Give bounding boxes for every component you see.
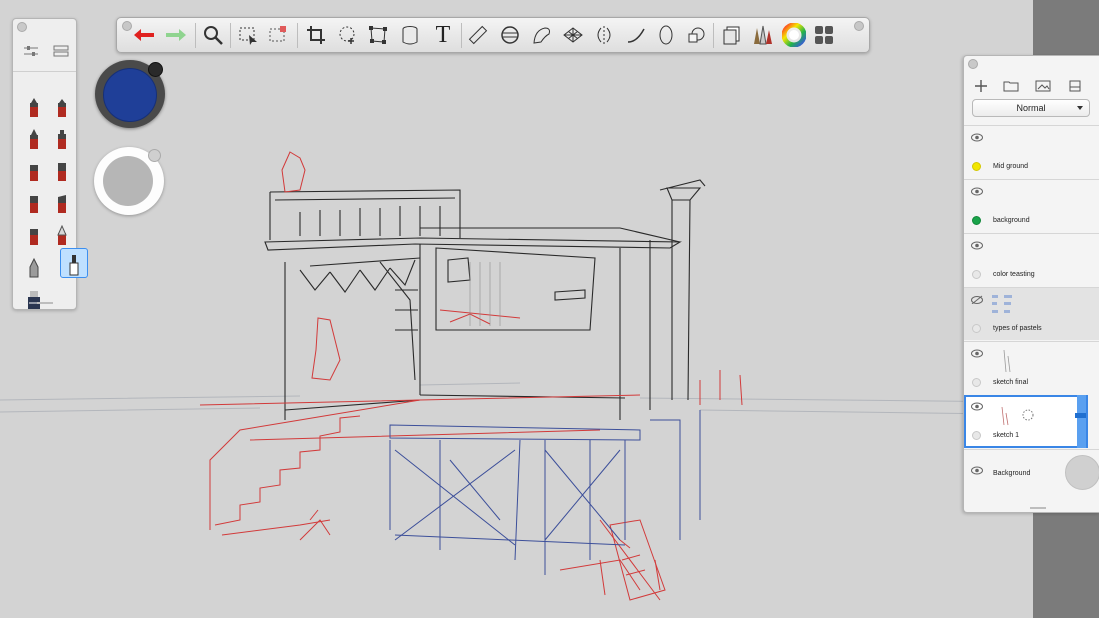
brush-library-icon[interactable] — [749, 22, 775, 48]
brush-chisel-marker-icon[interactable] — [23, 253, 45, 279]
french-curve-icon[interactable] — [529, 22, 555, 48]
ellipse-guide-icon[interactable] — [497, 22, 523, 48]
brush-fill-brush-icon[interactable] — [60, 248, 88, 278]
paint-bucket-icon[interactable] — [397, 22, 423, 48]
layer-name: Background — [993, 470, 1031, 477]
layer-row[interactable]: types of pastels — [964, 287, 1099, 340]
color-wheel-icon[interactable] — [781, 22, 807, 48]
text-icon[interactable]: T — [430, 22, 456, 48]
brush-eraser-icon[interactable] — [23, 221, 45, 247]
layer-name: color teasting — [993, 271, 1035, 278]
eye-icon[interactable] — [971, 133, 983, 142]
brush-smudge-icon[interactable] — [51, 221, 73, 247]
brush-marker-icon[interactable] — [51, 125, 73, 151]
brush-ballpoint-icon[interactable] — [23, 125, 45, 151]
secondary-color-puck[interactable] — [94, 147, 164, 215]
brush-pastel-icon[interactable] — [51, 189, 73, 215]
layer-name: sketch final — [993, 379, 1029, 386]
brush-palette-close-dot[interactable] — [17, 22, 27, 32]
layer-thumbnail — [1001, 406, 1034, 426]
brush-hard-pencil-icon[interactable] — [51, 93, 73, 119]
color-puck-knob[interactable] — [148, 62, 163, 77]
magnifier-icon[interactable] — [200, 22, 226, 48]
background-color-swatch[interactable] — [1065, 455, 1099, 490]
layer-name: types of pastels — [993, 325, 1042, 332]
distort-icon[interactable] — [365, 22, 391, 48]
add-layer-icon[interactable] — [972, 78, 990, 94]
brush-stamp-icon[interactable] — [23, 285, 45, 311]
toolbar-menu-dot[interactable] — [854, 21, 864, 31]
layer-options-handle[interactable] — [1077, 395, 1086, 448]
chevron-down-icon — [1077, 106, 1083, 110]
blend-mode-label: Normal — [1016, 103, 1046, 113]
selection-icon[interactable] — [235, 22, 261, 48]
copic-icon[interactable] — [683, 22, 709, 48]
layer-row[interactable]: color teasting — [964, 233, 1099, 286]
layer-row[interactable]: Background — [964, 449, 1099, 497]
brush-settings-icon[interactable] — [23, 45, 39, 57]
eye-icon[interactable] — [971, 466, 983, 475]
color-puck-knob-secondary[interactable] — [148, 149, 161, 162]
layers-panel: Normal Mid ground background color teast… — [963, 55, 1099, 513]
layer-thumbnail — [992, 295, 1012, 313]
brush-felt-tip-icon[interactable] — [23, 157, 45, 183]
layer-name: Mid ground — [993, 163, 1029, 170]
layout-icon[interactable] — [811, 22, 837, 48]
brush-palette — [12, 18, 88, 311]
layer-color-swatch[interactable] — [972, 378, 981, 387]
add-image-icon[interactable] — [1034, 78, 1052, 94]
layer-color-swatch[interactable] — [972, 324, 981, 333]
lasso-fill-icon[interactable] — [335, 22, 361, 48]
crop-icon[interactable] — [303, 22, 329, 48]
layer-name: sketch 1 — [993, 432, 1020, 439]
layer-color-swatch[interactable] — [972, 216, 981, 225]
brush-airbrush-icon[interactable] — [23, 189, 45, 215]
undo-icon[interactable] — [131, 22, 157, 48]
transform-icon[interactable] — [265, 22, 291, 48]
shape-icon[interactable] — [653, 22, 679, 48]
layer-row[interactable]: sketch final — [964, 341, 1099, 394]
layer-color-swatch[interactable] — [972, 431, 981, 440]
eye-icon[interactable] — [971, 187, 983, 196]
eye-icon[interactable] — [971, 402, 983, 411]
eye-icon[interactable] — [971, 241, 983, 250]
layer-color-swatch[interactable] — [972, 162, 981, 171]
redo-icon[interactable] — [163, 22, 189, 48]
layer-opacity-knob[interactable] — [1075, 413, 1086, 418]
layer-row-selected[interactable]: sketch 1 — [964, 395, 1088, 448]
perspective-grid-icon[interactable] — [560, 22, 586, 48]
layer-delete-icon[interactable] — [1066, 78, 1084, 94]
layers-close-dot[interactable] — [968, 59, 978, 69]
stroke-icon[interactable] — [623, 22, 649, 48]
blend-mode-select[interactable]: Normal — [972, 99, 1090, 117]
layer-thumbnail — [1003, 349, 1011, 373]
symmetry-icon[interactable] — [591, 22, 617, 48]
layer-editor-icon[interactable] — [719, 22, 745, 48]
primary-color-puck[interactable] — [95, 60, 165, 128]
secondary-color-swatch — [103, 156, 153, 206]
layer-row[interactable]: Mid ground — [964, 125, 1099, 178]
layer-name: background — [993, 217, 1030, 224]
eye-icon[interactable] — [971, 349, 983, 358]
main-toolbar: T — [116, 17, 870, 53]
layer-color-swatch[interactable] — [972, 270, 981, 279]
new-folder-icon[interactable] — [1002, 78, 1020, 94]
layer-row[interactable]: background — [964, 179, 1099, 232]
ruler-icon[interactable] — [465, 22, 491, 48]
primary-color-swatch — [103, 68, 157, 122]
brush-pencil-icon[interactable] — [23, 93, 45, 119]
brush-paint-brush-icon[interactable] — [51, 157, 73, 183]
eye-hidden-icon[interactable] — [971, 295, 983, 304]
brush-list-icon[interactable] — [53, 45, 69, 57]
